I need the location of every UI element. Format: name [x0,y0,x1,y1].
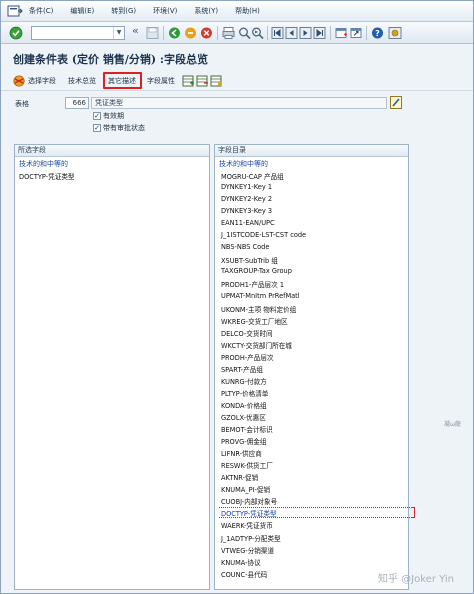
standard-toolbar: ▼ « ? [1,22,473,44]
catalog-field-item[interactable]: WAERK-凭证货币 [221,520,273,530]
other-description-button[interactable]: 其它描述 [103,72,142,89]
delete-row-icon[interactable] [196,75,209,87]
catalog-field-item[interactable]: COUNC-县代码 [221,569,267,579]
catalog-field-item[interactable]: WKREG-交货工厂地区 [221,316,288,326]
catalog-field-item[interactable]: MOGRU-CAP 产品组 [221,171,284,181]
selected-item-focus-outline [219,506,412,518]
validity-period-checkbox-row: ✓ 有效期 [93,111,124,121]
menu-bar: 条件(C) 编辑(E) 转到(G) 环境(V) 系统(Y) 帮助(H) [1,1,473,22]
release-status-checkbox[interactable]: ✓ [93,124,101,132]
selected-fields-panel: 所选字段 技术的和中等的 DOCTYP-凭证类型 [14,144,210,590]
catalog-field-item[interactable]: XSUBT-SubTrib 组 [221,255,278,265]
field-catalog-panel: 字段目录 技术的和中等的 MOGRU-CAP 产品组 DYNKEY1-Key 1 D… [214,144,415,590]
catalog-field-item[interactable]: PLTYP-价格清单 [221,388,268,398]
sap-window: 条件(C) 编辑(E) 转到(G) 环境(V) 系统(Y) 帮助(H) ▼ « [0,0,474,594]
selected-field-item[interactable]: DOCTYP-凭证类型 [19,171,75,181]
find-icon[interactable] [238,26,251,40]
select-fields-button[interactable]: 选择字段 [28,76,56,86]
watermark-small: 凝ω龍 [444,421,462,428]
catalog-field-item[interactable]: KONDA-价格组 [221,400,267,410]
title-bar: 创建条件表 (定价 销售/分销) :字段总览 [1,44,473,71]
catalog-field-item[interactable]: KNUMA-协议 [221,557,261,567]
catalog-field-item[interactable]: CUOBJ-内部对象号 [221,496,277,506]
catalog-field-item[interactable]: GZOLX-优惠区 [221,412,266,422]
new-session-icon[interactable] [335,26,348,40]
catalog-field-item[interactable]: AKTNR-促销 [221,472,258,482]
insert-row-icon[interactable] [182,75,195,87]
release-status-label: 带有审批状态 [103,124,145,132]
menu-item-condition[interactable]: 条件(C) [29,6,53,16]
catalog-field-item[interactable]: KNUMA_PI-促销 [221,484,270,494]
menu-item-edit[interactable]: 编辑(E) [70,6,94,16]
page-title: 创建条件表 (定价 销售/分销) :字段总览 [13,53,208,66]
command-field[interactable]: ▼ [31,26,125,40]
selected-fields-header: 所选字段 [15,145,209,157]
menu-item-system[interactable]: 系统(Y) [194,6,218,16]
cancel-icon[interactable] [200,26,213,40]
watermark: 知乎 @Joker Yin [378,574,454,585]
catalog-field-item[interactable]: PRODH1-产品层次 1 [221,279,284,289]
collapse-icon[interactable]: « [132,24,139,37]
catalog-field-item[interactable]: LIFNR-供应商 [221,448,262,458]
validity-period-label: 有效期 [103,112,124,120]
right-rail [411,144,473,590]
validity-period-checkbox[interactable]: ✓ [93,112,101,120]
select-fields-icon[interactable] [13,75,25,87]
catalog-field-item[interactable]: BEMOT-会计标识 [221,424,273,434]
last-page-icon[interactable] [313,26,326,40]
help-icon[interactable]: ? [371,26,384,40]
svg-text:?: ? [375,29,380,38]
catalog-field-item[interactable]: TAXGROUP-Tax Group [221,267,292,275]
catalog-field-item[interactable]: DYNKEY2-Key 2 [221,195,272,203]
catalog-field-item[interactable]: J_1ISTCODE-LST-CST code [221,231,306,239]
field-catalog-header: 字段目录 [215,145,408,157]
selected-tree-root[interactable]: 技术的和中等的 [19,159,68,169]
shortcut-icon[interactable] [350,26,363,40]
application-toolbar: 选择字段 技术总览 其它描述 字段属性 [1,71,473,91]
back-icon[interactable] [168,26,181,40]
save-icon[interactable] [146,26,159,40]
table-label: 表格 [15,100,29,108]
menu-item-goto[interactable]: 转到(G) [111,6,136,16]
catalog-field-item[interactable]: KUNRG-付款方 [221,376,267,386]
table-description-field[interactable]: 凭证类型 [91,97,387,109]
find-next-icon[interactable] [251,26,264,40]
command-dropdown-icon[interactable]: ▼ [113,27,124,39]
table-number-field[interactable]: 666 [65,97,89,109]
catalog-field-item[interactable]: UPMAT-MnItm PrRefMatl [221,292,300,300]
catalog-field-item[interactable]: PRODH-产品层次 [221,352,274,362]
catalog-field-item[interactable]: DELCO-交货时间 [221,328,273,338]
catalog-field-item[interactable]: J_1ADTYP-分配类型 [221,533,281,543]
exit-menu-icon[interactable] [7,4,23,18]
menu-item-environment[interactable]: 环境(V) [153,6,177,16]
field-attributes-button[interactable]: 字段属性 [147,76,175,86]
release-status-checkbox-row: ✓ 带有审批状态 [93,123,145,133]
catalog-field-item[interactable]: SPART-产品组 [221,364,263,374]
catalog-field-item[interactable]: RESWK-供货工厂 [221,460,273,470]
first-page-icon[interactable] [271,26,284,40]
customize-layout-icon[interactable] [388,26,402,40]
next-page-icon[interactable] [299,26,312,40]
catalog-field-item[interactable]: DYNKEY1-Key 1 [221,183,272,191]
menu-item-help[interactable]: 帮助(H) [235,6,260,16]
catalog-field-item[interactable]: NBS-NBS Code [221,243,269,251]
catalog-field-item[interactable]: VTWEG-分销渠道 [221,545,274,555]
catalog-field-item[interactable]: EAN11-EAN/UPC [221,219,275,227]
catalog-tree-root[interactable]: 技术的和中等的 [219,159,268,169]
other-description-label: 其它描述 [108,77,136,85]
tech-overview-button[interactable]: 技术总览 [68,76,96,86]
catalog-field-item[interactable]: WKCTY-交货部门所在城 [221,340,292,350]
table-settings-icon[interactable] [210,75,223,87]
exit-icon[interactable] [184,26,197,40]
edit-description-icon[interactable] [390,96,402,109]
catalog-field-item[interactable]: UKONM-主项 物料定价组 [221,304,296,314]
catalog-field-item[interactable]: DYNKEY3-Key 3 [221,207,272,215]
enter-icon[interactable] [9,26,23,40]
catalog-field-item[interactable]: PROVG-佣金组 [221,436,266,446]
print-icon[interactable] [222,26,235,40]
previous-page-icon[interactable] [285,26,298,40]
